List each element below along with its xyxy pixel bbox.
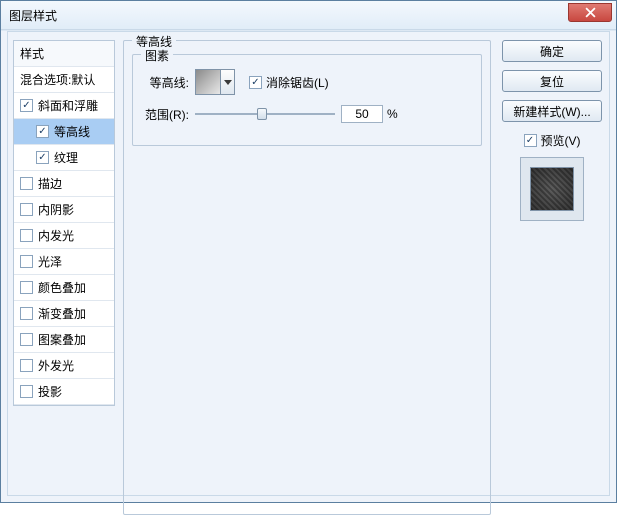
style-item-label: 图案叠加: [38, 331, 86, 348]
style-item-label: 外发光: [38, 357, 74, 374]
style-item-label: 描边: [38, 175, 62, 192]
style-item-label: 渐变叠加: [38, 305, 86, 322]
checkbox-icon: [20, 307, 33, 320]
style-item-label: 投影: [38, 383, 62, 400]
blend-options[interactable]: 混合选项:默认: [14, 67, 114, 93]
checkbox-icon: [36, 151, 49, 164]
close-button[interactable]: [568, 3, 612, 22]
checkbox-icon: [20, 203, 33, 216]
checkbox-icon: [20, 177, 33, 190]
close-icon: [585, 7, 596, 18]
checkbox-icon: [249, 76, 262, 89]
checkbox-icon: [524, 134, 537, 147]
contour-row: 等高线: 消除锯齿(L): [143, 69, 471, 95]
style-item-9[interactable]: 图案叠加: [14, 327, 114, 353]
checkbox-icon: [20, 359, 33, 372]
style-item-8[interactable]: 渐变叠加: [14, 301, 114, 327]
style-item-label: 内发光: [38, 227, 74, 244]
contour-label: 等高线:: [143, 74, 189, 91]
style-item-10[interactable]: 外发光: [14, 353, 114, 379]
checkbox-icon: [20, 99, 33, 112]
window-title: 图层样式: [9, 7, 57, 24]
range-unit: %: [387, 107, 398, 121]
style-item-3[interactable]: 描边: [14, 171, 114, 197]
slider-thumb[interactable]: [257, 108, 267, 120]
contour-picker[interactable]: [195, 69, 221, 95]
styles-header[interactable]: 样式: [14, 41, 114, 67]
checkbox-icon: [20, 385, 33, 398]
ok-button[interactable]: 确定: [502, 40, 602, 62]
reset-button[interactable]: 复位: [502, 70, 602, 92]
range-input[interactable]: 50: [341, 105, 383, 123]
element-group-legend: 图素: [141, 47, 173, 64]
checkbox-icon: [20, 333, 33, 346]
range-label: 范围(R):: [143, 106, 189, 123]
style-item-2[interactable]: 纹理: [14, 145, 114, 171]
range-row: 范围(R): 50 %: [143, 105, 471, 123]
new-style-button[interactable]: 新建样式(W)...: [502, 100, 602, 122]
style-item-label: 光泽: [38, 253, 62, 270]
style-item-4[interactable]: 内阴影: [14, 197, 114, 223]
style-item-label: 斜面和浮雕: [38, 97, 98, 114]
style-item-label: 纹理: [54, 149, 78, 166]
element-group: 图素 等高线: 消除锯齿(L) 范围(R): 5: [132, 54, 482, 146]
checkbox-icon: [20, 255, 33, 268]
styles-panel: 样式 混合选项:默认 斜面和浮雕等高线纹理描边内阴影内发光光泽颜色叠加渐变叠加图…: [13, 40, 115, 406]
titlebar: 图层样式: [1, 1, 616, 30]
style-item-11[interactable]: 投影: [14, 379, 114, 405]
checkbox-icon: [20, 281, 33, 294]
preview-checkbox[interactable]: 预览(V): [524, 132, 581, 149]
style-item-0[interactable]: 斜面和浮雕: [14, 93, 114, 119]
right-column: 确定 复位 新建样式(W)... 预览(V): [502, 40, 602, 221]
range-slider[interactable]: [195, 106, 335, 122]
style-item-5[interactable]: 内发光: [14, 223, 114, 249]
preview-swatch: [520, 157, 584, 221]
style-item-6[interactable]: 光泽: [14, 249, 114, 275]
style-item-label: 颜色叠加: [38, 279, 86, 296]
preview-label: 预览(V): [541, 132, 581, 149]
antialias-checkbox[interactable]: 消除锯齿(L): [249, 74, 329, 91]
style-item-label: 等高线: [54, 123, 90, 140]
style-item-label: 内阴影: [38, 201, 74, 218]
dialog-body: 样式 混合选项:默认 斜面和浮雕等高线纹理描边内阴影内发光光泽颜色叠加渐变叠加图…: [7, 31, 610, 496]
contour-dropdown[interactable]: [221, 69, 235, 95]
checkbox-icon: [20, 229, 33, 242]
layer-style-dialog: 图层样式 样式 混合选项:默认 斜面和浮雕等高线纹理描边内阴影内发光光泽颜色叠加…: [0, 0, 617, 503]
style-item-7[interactable]: 颜色叠加: [14, 275, 114, 301]
preview-texture: [530, 167, 574, 211]
checkbox-icon: [36, 125, 49, 138]
antialias-label: 消除锯齿(L): [266, 74, 329, 91]
contour-group: 等高线 图素 等高线: 消除锯齿(L) 范围(R):: [123, 40, 491, 515]
style-item-1[interactable]: 等高线: [14, 119, 114, 145]
